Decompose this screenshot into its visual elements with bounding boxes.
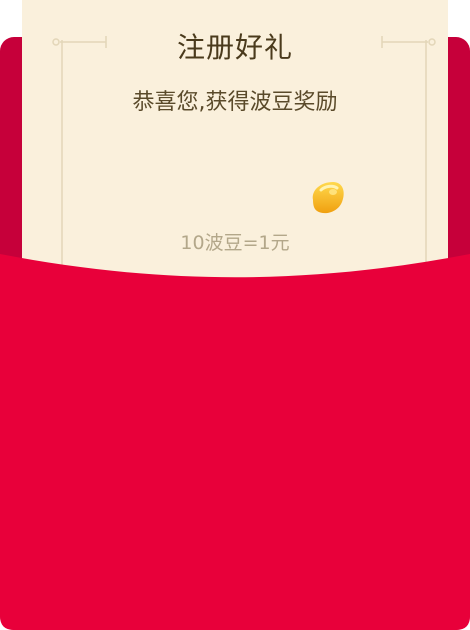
envelope-front-pocket bbox=[0, 254, 470, 630]
